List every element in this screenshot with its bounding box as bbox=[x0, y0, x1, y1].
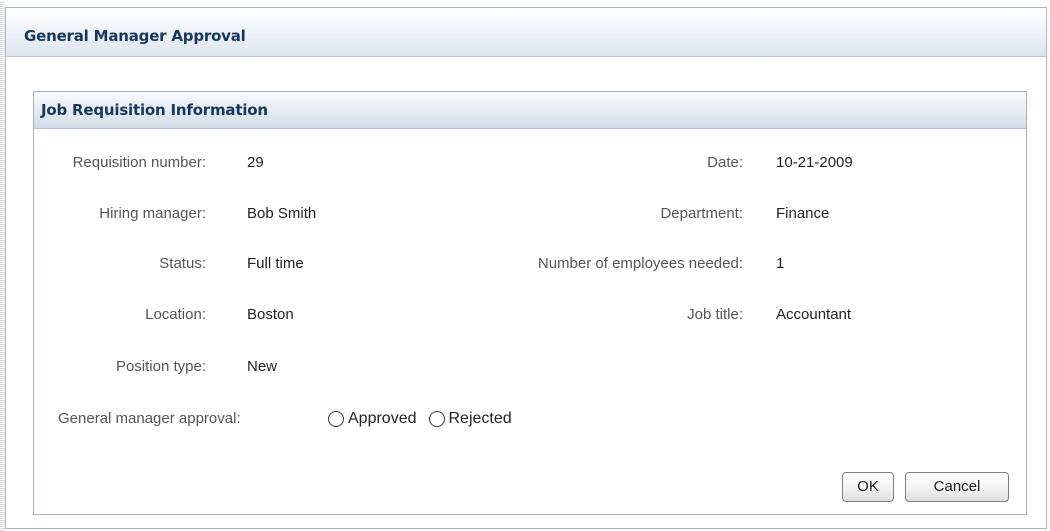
window-header: General Manager Approval bbox=[6, 8, 1046, 57]
approved-radio-label[interactable]: Approved bbox=[348, 410, 417, 428]
hiring-manager-value: Bob Smith bbox=[247, 205, 317, 222]
position-type-label: Position type: bbox=[115, 358, 206, 375]
panel-title: Job Requisition Information bbox=[41, 101, 268, 119]
approved-radio[interactable] bbox=[328, 411, 344, 427]
cancel-button[interactable]: Cancel bbox=[905, 472, 1009, 502]
hiring-manager-label: Hiring manager: bbox=[99, 205, 206, 222]
gm-approval-radio-group: Approved Rejected bbox=[328, 410, 524, 428]
employees-needed-label: Number of employees needed: bbox=[537, 255, 743, 272]
date-label: Date: bbox=[707, 154, 743, 171]
location-label: Location: bbox=[145, 306, 206, 323]
department-value: Finance bbox=[776, 205, 830, 222]
gm-approval-label: General manager approval: bbox=[58, 410, 241, 427]
panel-header: Job Requisition Information bbox=[34, 92, 1026, 129]
requisition-number-label: Requisition number: bbox=[72, 154, 206, 171]
job-title-value: Accountant bbox=[776, 306, 852, 323]
date-value: 10-21-2009 bbox=[776, 154, 853, 171]
department-label: Department: bbox=[660, 205, 743, 222]
position-type-value: New bbox=[247, 358, 278, 375]
status-value: Full time bbox=[247, 255, 304, 272]
rejected-radio[interactable] bbox=[428, 411, 445, 427]
window-title: General Manager Approval bbox=[24, 27, 246, 45]
rejected-radio-label[interactable]: Rejected bbox=[449, 410, 512, 428]
approval-window: General Manager Approval Job Requisition… bbox=[0, 1, 1047, 531]
requisition-number-value: 29 bbox=[247, 154, 264, 171]
location-value: Boston bbox=[247, 306, 294, 323]
ok-button[interactable]: OK bbox=[842, 472, 894, 502]
job-title-label: Job title: bbox=[687, 306, 743, 323]
employees-needed-value: 1 bbox=[776, 255, 785, 272]
job-requisition-panel: Job Requisition Information Requisition … bbox=[33, 91, 1027, 515]
status-label: Status: bbox=[159, 255, 206, 272]
